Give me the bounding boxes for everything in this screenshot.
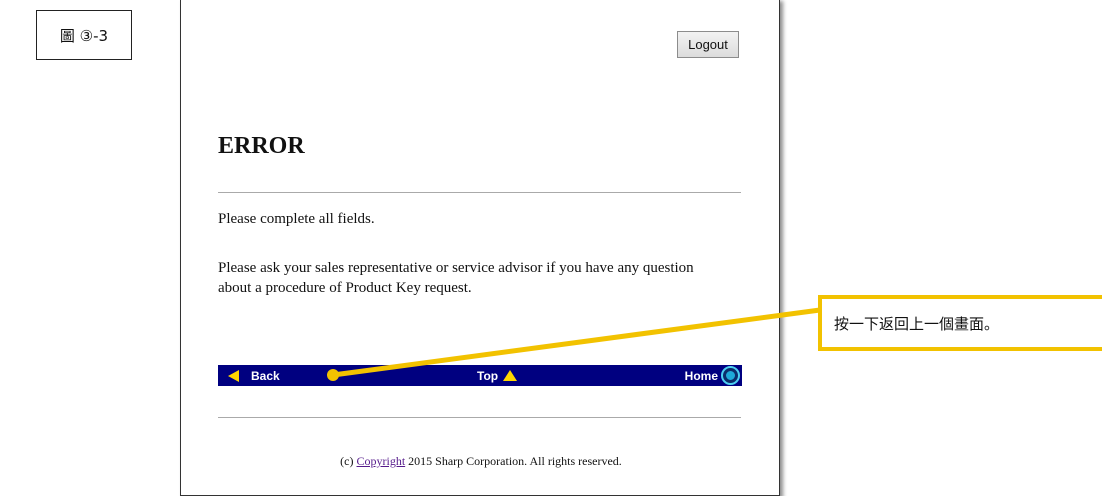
logout-button[interactable]: Logout — [677, 31, 739, 58]
copyright-link[interactable]: Copyright — [357, 454, 406, 468]
home-label: Home — [684, 368, 718, 383]
navigation-bar: Back Top Home — [218, 365, 742, 386]
top-link[interactable]: Top — [477, 365, 518, 386]
footer-prefix: (c) — [340, 454, 357, 468]
browser-page: Logout ERROR Please complete all fields.… — [180, 0, 780, 496]
divider-top — [218, 192, 741, 193]
footer-suffix: 2015 Sharp Corporation. All rights reser… — [405, 454, 622, 468]
back-link[interactable]: Back — [228, 365, 280, 386]
top-label: Top — [477, 368, 499, 383]
back-label: Back — [251, 368, 280, 383]
page-title: ERROR — [218, 133, 305, 159]
home-link[interactable]: Home — [684, 365, 740, 386]
back-arrow-icon — [228, 369, 239, 382]
figure-label: 圖 ③-3 — [36, 10, 132, 60]
divider-bottom — [218, 417, 741, 418]
help-message: Please ask your sales representative or … — [218, 260, 694, 296]
footer-copyright: (c) Copyright 2015 Sharp Corporation. Al… — [181, 454, 781, 469]
error-message: Please complete all fields. — [218, 211, 375, 227]
home-icon — [721, 366, 740, 385]
top-arrow-icon — [503, 370, 518, 381]
callout-box: 按一下返回上一個畫面。 — [818, 295, 1102, 351]
